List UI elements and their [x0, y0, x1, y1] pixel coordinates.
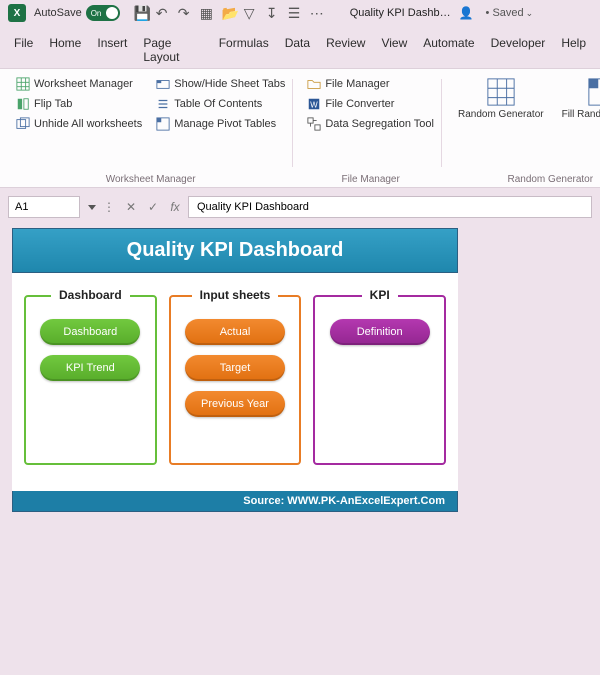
- flip-icon: [16, 97, 30, 111]
- quick-access-toolbar: 💾 ↶ ↷ ▦ 📂 ▽ ↧ ☰ ⋯: [134, 6, 324, 20]
- ribbon: Worksheet Manager Show/Hide Sheet Tabs F…: [0, 68, 600, 188]
- fill-random-value-button[interactable]: Fill Random Value: [558, 75, 600, 122]
- dashboard-body: Dashboard Dashboard KPI Trend Input shee…: [12, 273, 458, 491]
- dashboard-frame: Quality KPI Dashboard Dashboard Dashboar…: [12, 228, 458, 512]
- tab-file[interactable]: File: [14, 32, 33, 68]
- tab-view[interactable]: View: [381, 32, 407, 68]
- group-label: Random Generator: [454, 172, 600, 185]
- tab-page-layout[interactable]: Page Layout: [143, 32, 202, 68]
- dashboard-title: Quality KPI Dashboard: [12, 228, 458, 273]
- tab-data[interactable]: Data: [285, 32, 310, 68]
- group-label: Worksheet Manager: [14, 172, 287, 185]
- ribbon-tabs: File Home Insert Page Layout Formulas Da…: [0, 26, 600, 68]
- tabs-icon: [156, 77, 170, 91]
- svg-text:W: W: [311, 101, 319, 110]
- name-box[interactable]: A1: [8, 196, 80, 218]
- document-title[interactable]: Quality KPI Dashb…: [350, 7, 451, 19]
- redo-icon[interactable]: ↷: [178, 6, 192, 20]
- actual-button[interactable]: Actual: [185, 319, 285, 345]
- touch-mode-icon[interactable]: ☰: [288, 6, 302, 20]
- user-avatar-icon[interactable]: 👤: [459, 6, 474, 20]
- excel-app-icon: X: [8, 4, 26, 22]
- cancel-formula-icon[interactable]: ✕: [122, 196, 140, 218]
- file-manager-button[interactable]: File Manager: [305, 75, 436, 93]
- formula-bar[interactable]: Quality KPI Dashboard: [188, 196, 592, 218]
- qat-overflow-icon[interactable]: ⋯: [310, 6, 324, 20]
- worksheet-manager-button[interactable]: Worksheet Manager: [14, 75, 144, 93]
- show-hide-tabs-button[interactable]: Show/Hide Sheet Tabs: [154, 75, 287, 93]
- definition-button[interactable]: Definition: [330, 319, 430, 345]
- filter-icon[interactable]: ▽: [244, 6, 258, 20]
- card-dashboard: Dashboard Dashboard KPI Trend: [24, 295, 157, 465]
- word-icon: W: [307, 97, 321, 111]
- tab-home[interactable]: Home: [49, 32, 81, 68]
- dashboard-button[interactable]: Dashboard: [40, 319, 140, 345]
- card-kpi: KPI Definition: [313, 295, 446, 465]
- group-file-manager: File Manager WFile Converter Data Segreg…: [299, 75, 442, 185]
- group-worksheet-manager: Worksheet Manager Show/Hide Sheet Tabs F…: [8, 75, 293, 185]
- save-status[interactable]: • Saved ⌄: [486, 7, 534, 19]
- pivot-icon: [156, 117, 170, 131]
- autosave-switch-icon[interactable]: On: [86, 5, 120, 21]
- undo-icon[interactable]: ↶: [156, 6, 170, 20]
- fill-random-icon: [587, 77, 600, 107]
- manage-pivot-button[interactable]: Manage Pivot Tables: [154, 115, 287, 133]
- fx-icon[interactable]: fx: [166, 196, 184, 218]
- toggle-knob-icon: [106, 7, 118, 19]
- flip-tab-button[interactable]: Flip Tab: [14, 95, 144, 113]
- random-generator-button[interactable]: Random Generator: [454, 75, 548, 122]
- kpi-trend-button[interactable]: KPI Trend: [40, 355, 140, 381]
- tab-developer[interactable]: Developer: [491, 32, 546, 68]
- autosave-toggle[interactable]: AutoSave On: [34, 5, 120, 21]
- card-legend: Input sheets: [192, 288, 279, 302]
- list-icon: [156, 97, 170, 111]
- name-box-dropdown-icon[interactable]: [88, 205, 96, 210]
- grid-icon: [16, 77, 30, 91]
- target-button[interactable]: Target: [185, 355, 285, 381]
- titlebar: X AutoSave On 💾 ↶ ↷ ▦ 📂 ▽ ↧ ☰ ⋯ Quality …: [0, 0, 600, 26]
- previous-year-button[interactable]: Previous Year: [185, 391, 285, 417]
- enter-formula-icon[interactable]: ✓: [144, 196, 162, 218]
- group-random-generator: Random Generator Fill Random Value Rando…: [448, 75, 600, 185]
- table-of-contents-button[interactable]: Table Of Contents: [154, 95, 287, 113]
- tab-help[interactable]: Help: [561, 32, 586, 68]
- card-legend: KPI: [362, 288, 398, 302]
- tab-automate[interactable]: Automate: [423, 32, 474, 68]
- file-converter-button[interactable]: WFile Converter: [305, 95, 436, 113]
- chevron-down-icon: ⌄: [526, 8, 534, 19]
- worksheet-area[interactable]: Quality KPI Dashboard Dashboard Dashboar…: [0, 222, 600, 512]
- tab-review[interactable]: Review: [326, 32, 365, 68]
- autosave-label: AutoSave: [34, 7, 82, 19]
- formula-bar-row: A1 ⋮ ✕ ✓ fx Quality KPI Dashboard: [0, 188, 600, 222]
- unhide-all-button[interactable]: Unhide All worksheets: [14, 115, 144, 133]
- save-icon[interactable]: 💾: [134, 6, 148, 20]
- card-input-sheets: Input sheets Actual Target Previous Year: [169, 295, 302, 465]
- folder-icon: [307, 77, 321, 91]
- sheets-icon: [16, 117, 30, 131]
- tab-formulas[interactable]: Formulas: [219, 32, 269, 68]
- tab-insert[interactable]: Insert: [97, 32, 127, 68]
- dashboard-footer: Source: WWW.PK-AnExcelExpert.Com: [12, 491, 458, 512]
- open-icon[interactable]: 📂: [222, 6, 236, 20]
- random-grid-icon: [486, 77, 516, 107]
- group-label: File Manager: [305, 172, 436, 185]
- data-segregation-button[interactable]: Data Segregation Tool: [305, 115, 436, 133]
- card-legend: Dashboard: [51, 288, 130, 302]
- borders-icon[interactable]: ▦: [200, 6, 214, 20]
- segregate-icon: [307, 117, 321, 131]
- sort-icon[interactable]: ↧: [266, 6, 280, 20]
- formula-more-icon[interactable]: ⋮: [100, 196, 118, 218]
